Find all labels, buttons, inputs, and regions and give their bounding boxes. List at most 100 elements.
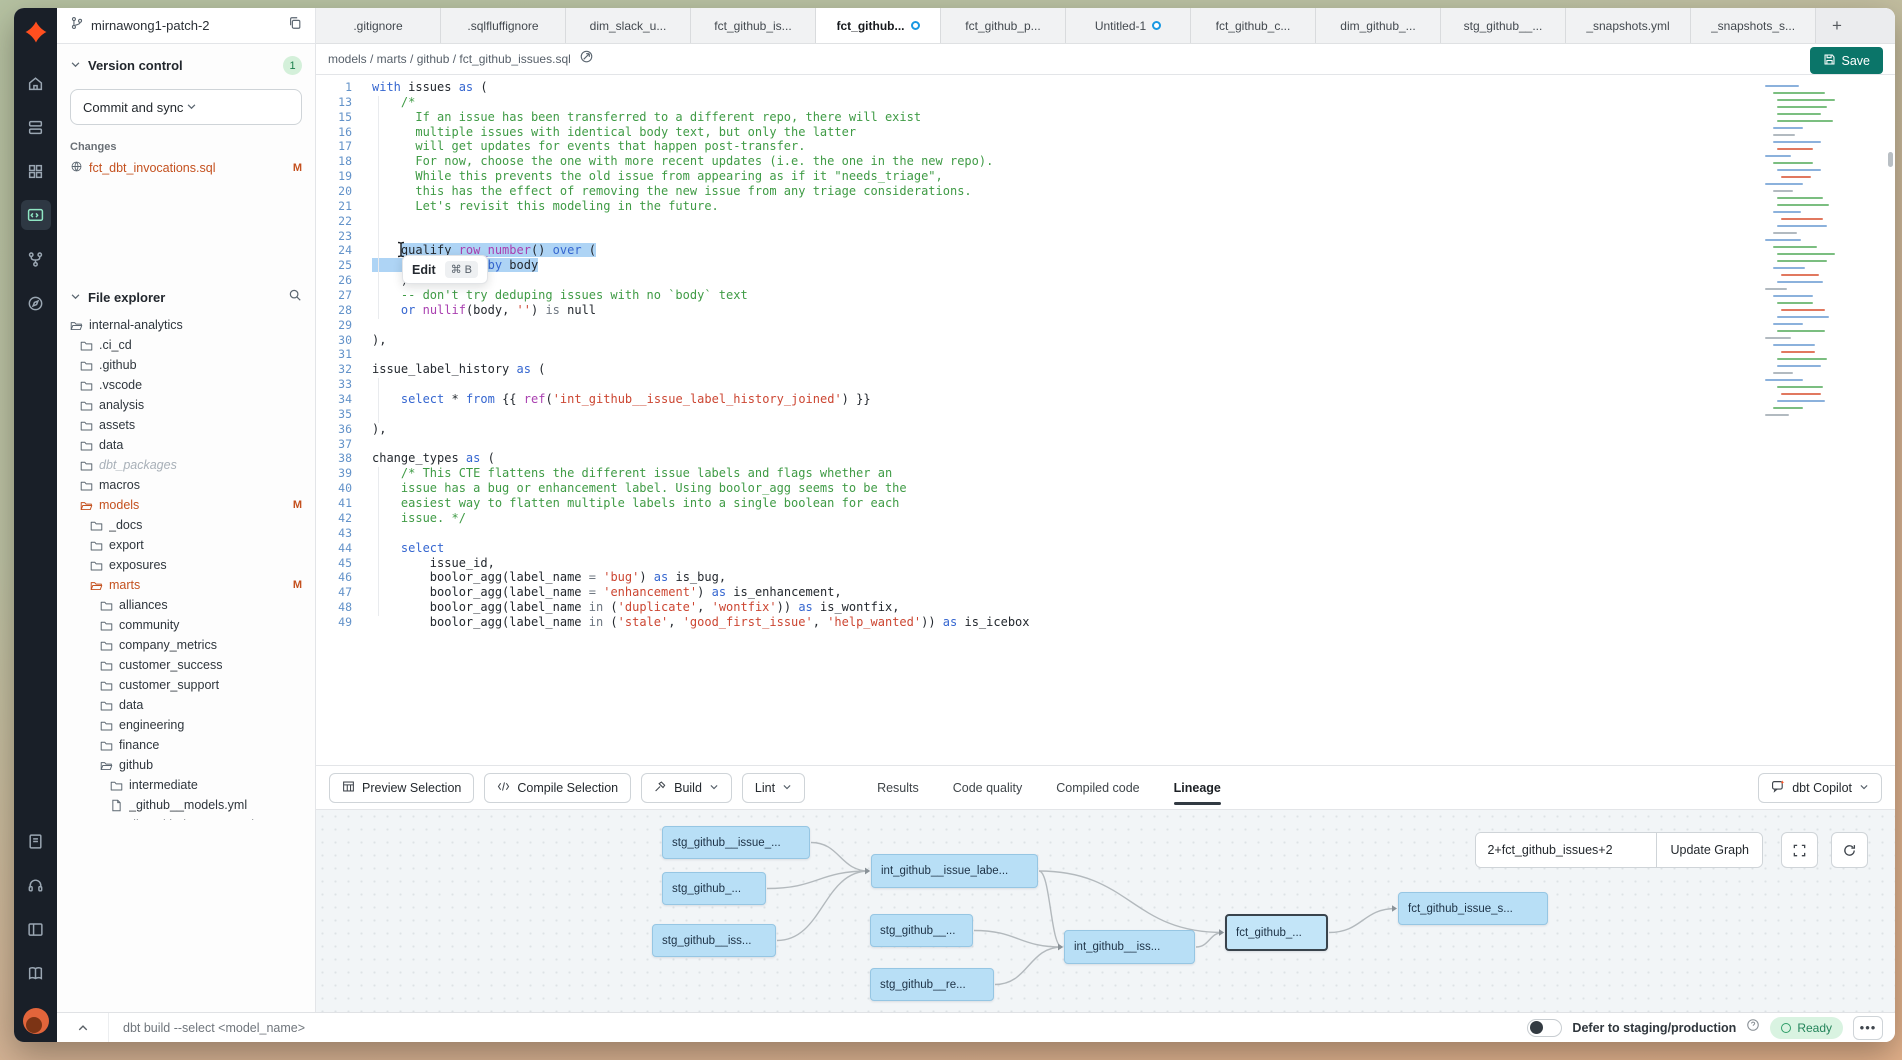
editor-tab[interactable]: fct_github_c... [1191, 8, 1316, 43]
lineage-node[interactable]: stg_github__iss... [652, 924, 776, 957]
code-line[interactable]: 36), [316, 422, 1895, 437]
lineage-node[interactable]: stg_github_... [662, 872, 766, 905]
update-graph-button[interactable]: Update Graph [1656, 833, 1762, 867]
git-branch-row[interactable]: mirnawong1-patch-2 [57, 8, 315, 44]
file-tree-item[interactable]: finance [57, 735, 315, 755]
code-line[interactable]: 18 For now, choose the one with more rec… [316, 154, 1895, 169]
code-line[interactable]: 45 issue_id, [316, 556, 1895, 571]
code-line[interactable]: 40 issue has a bug or enhancement label.… [316, 481, 1895, 496]
code-line[interactable]: 28 or nullif(body, '') is null [316, 303, 1895, 318]
dbt-copilot-button[interactable]: dbt Copilot [1758, 773, 1882, 803]
editor-tab[interactable]: Untitled-1 [1066, 8, 1191, 43]
code-line[interactable]: 48 boolor_agg(label_name in ('duplicate'… [316, 600, 1895, 615]
lint-button[interactable]: Lint [742, 773, 805, 803]
editor-tab[interactable]: .gitignore [316, 8, 441, 43]
command-input[interactable]: dbt build --select <model_name> [109, 1021, 1527, 1035]
code-line[interactable]: 20 this has the effect of removing the n… [316, 184, 1895, 199]
file-tree-item[interactable]: .github [57, 355, 315, 375]
file-tree-item[interactable]: modelsM [57, 495, 315, 515]
environments-icon[interactable] [21, 112, 51, 142]
editor-tab[interactable]: fct_github_is... [691, 8, 816, 43]
edit-tooltip[interactable]: Edit ⌘ B [402, 255, 488, 284]
build-button[interactable]: Build [641, 773, 732, 803]
code-line[interactable]: 13 /* [316, 95, 1895, 110]
code-line[interactable]: 42 issue. */ [316, 511, 1895, 526]
home-icon[interactable] [21, 68, 51, 98]
editor-tab[interactable]: fct_github... [816, 8, 941, 43]
new-tab-button[interactable]: + [1816, 8, 1858, 43]
file-tree-item[interactable]: internal-analytics [57, 315, 315, 335]
preview-selection-button[interactable]: Preview Selection [329, 773, 474, 803]
file-tree-item[interactable]: _docs [57, 515, 315, 535]
file-tree-item[interactable]: company_metrics [57, 635, 315, 655]
file-tree-item[interactable]: export [57, 535, 315, 555]
code-line[interactable]: 27 -- don't try deduping issues with no … [316, 288, 1895, 303]
file-tree-item[interactable]: .vscode [57, 375, 315, 395]
editor-scrollbar-thumb[interactable] [1888, 152, 1893, 167]
help-icon[interactable] [1746, 1018, 1760, 1037]
file-tree-item[interactable]: customer_support [57, 675, 315, 695]
collapse-panel-button[interactable] [57, 1013, 109, 1042]
lineage-node[interactable]: fct_github_... [1225, 914, 1328, 951]
code-line[interactable]: 29 [316, 318, 1895, 333]
code-line[interactable]: 39 /* This CTE flattens the different is… [316, 466, 1895, 481]
code-line[interactable]: 34 select * from {{ ref('int_github__iss… [316, 392, 1895, 407]
explore-compass-icon[interactable] [21, 288, 51, 318]
code-editor[interactable]: 1with issues as (13 /*15 If an issue has… [316, 75, 1895, 765]
ide-icon[interactable] [21, 200, 51, 230]
git-fork-icon[interactable] [21, 244, 51, 274]
code-line[interactable]: 38change_types as ( [316, 451, 1895, 466]
user-avatar[interactable] [23, 1008, 49, 1034]
apps-grid-icon[interactable] [21, 156, 51, 186]
file-tree-item[interactable]: customer_success [57, 655, 315, 675]
file-tree-item[interactable]: martsM [57, 575, 315, 595]
code-line[interactable]: 46 boolor_agg(label_name = 'bug') as is_… [316, 570, 1895, 585]
file-explorer-header[interactable]: File explorer [57, 275, 315, 315]
code-line[interactable]: 31 [316, 347, 1895, 362]
editor-tab[interactable]: _snapshots_s... [1691, 8, 1816, 43]
copy-icon[interactable] [288, 16, 302, 35]
editor-tab[interactable]: _snapshots.yml [1566, 8, 1691, 43]
tab-code-quality[interactable]: Code quality [953, 766, 1023, 809]
compile-selection-button[interactable]: Compile Selection [484, 773, 631, 803]
minimap[interactable] [1765, 85, 1875, 525]
lineage-node[interactable]: int_github__issue_labe... [871, 854, 1038, 888]
code-line[interactable]: 17 will get updates for events that happ… [316, 139, 1895, 154]
fullscreen-button[interactable] [1781, 832, 1818, 868]
code-line[interactable]: 41 easiest way to flatten multiple label… [316, 496, 1895, 511]
more-options-button[interactable]: ••• [1853, 1016, 1883, 1040]
lineage-node[interactable]: fct_github_issue_s... [1398, 892, 1548, 925]
lineage-selector-input[interactable] [1476, 833, 1656, 867]
search-icon[interactable] [288, 288, 302, 307]
tab-lineage[interactable]: Lineage [1174, 766, 1221, 809]
save-button[interactable]: Save [1810, 47, 1884, 74]
refresh-button[interactable] [1831, 832, 1868, 868]
file-tree-item[interactable]: alliances [57, 595, 315, 615]
file-tree-item[interactable]: assets [57, 415, 315, 435]
code-line[interactable]: 15 If an issue has been transferred to a… [316, 110, 1895, 125]
code-line[interactable]: 1with issues as ( [316, 80, 1895, 95]
editor-tab[interactable]: fct_github_p... [941, 8, 1066, 43]
editor-tab[interactable]: dim_github_... [1316, 8, 1441, 43]
tab-compiled-code[interactable]: Compiled code [1056, 766, 1139, 809]
code-line[interactable]: 33 [316, 377, 1895, 392]
file-tree-item[interactable]: dbt_packages [57, 455, 315, 475]
support-headset-icon[interactable] [21, 870, 51, 900]
status-badge[interactable]: Ready [1770, 1017, 1843, 1039]
dbt-logo-icon[interactable] [22, 18, 50, 46]
code-line[interactable]: 30), [316, 333, 1895, 348]
editor-tab[interactable]: stg_github__... [1441, 8, 1566, 43]
lineage-node[interactable]: int_github__iss... [1064, 930, 1195, 964]
panel-layout-icon[interactable] [21, 914, 51, 944]
code-line[interactable]: 32issue_label_history as ( [316, 362, 1895, 377]
file-tree-item[interactable]: macros [57, 475, 315, 495]
editor-tab[interactable]: .sqlfluffignore [441, 8, 566, 43]
lineage-node[interactable]: stg_github__... [870, 914, 973, 947]
code-line[interactable]: 21 Let's revisit this modeling in the fu… [316, 199, 1895, 214]
file-tree-item[interactable]: intermediate [57, 775, 315, 795]
file-tree-item[interactable]: engineering [57, 715, 315, 735]
file-tree-item[interactable]: exposures [57, 555, 315, 575]
file-tree-item[interactable]: _github__models.yml [57, 795, 315, 815]
code-line[interactable]: 25 partition by body [316, 258, 1895, 273]
docs-book-icon[interactable] [21, 958, 51, 988]
